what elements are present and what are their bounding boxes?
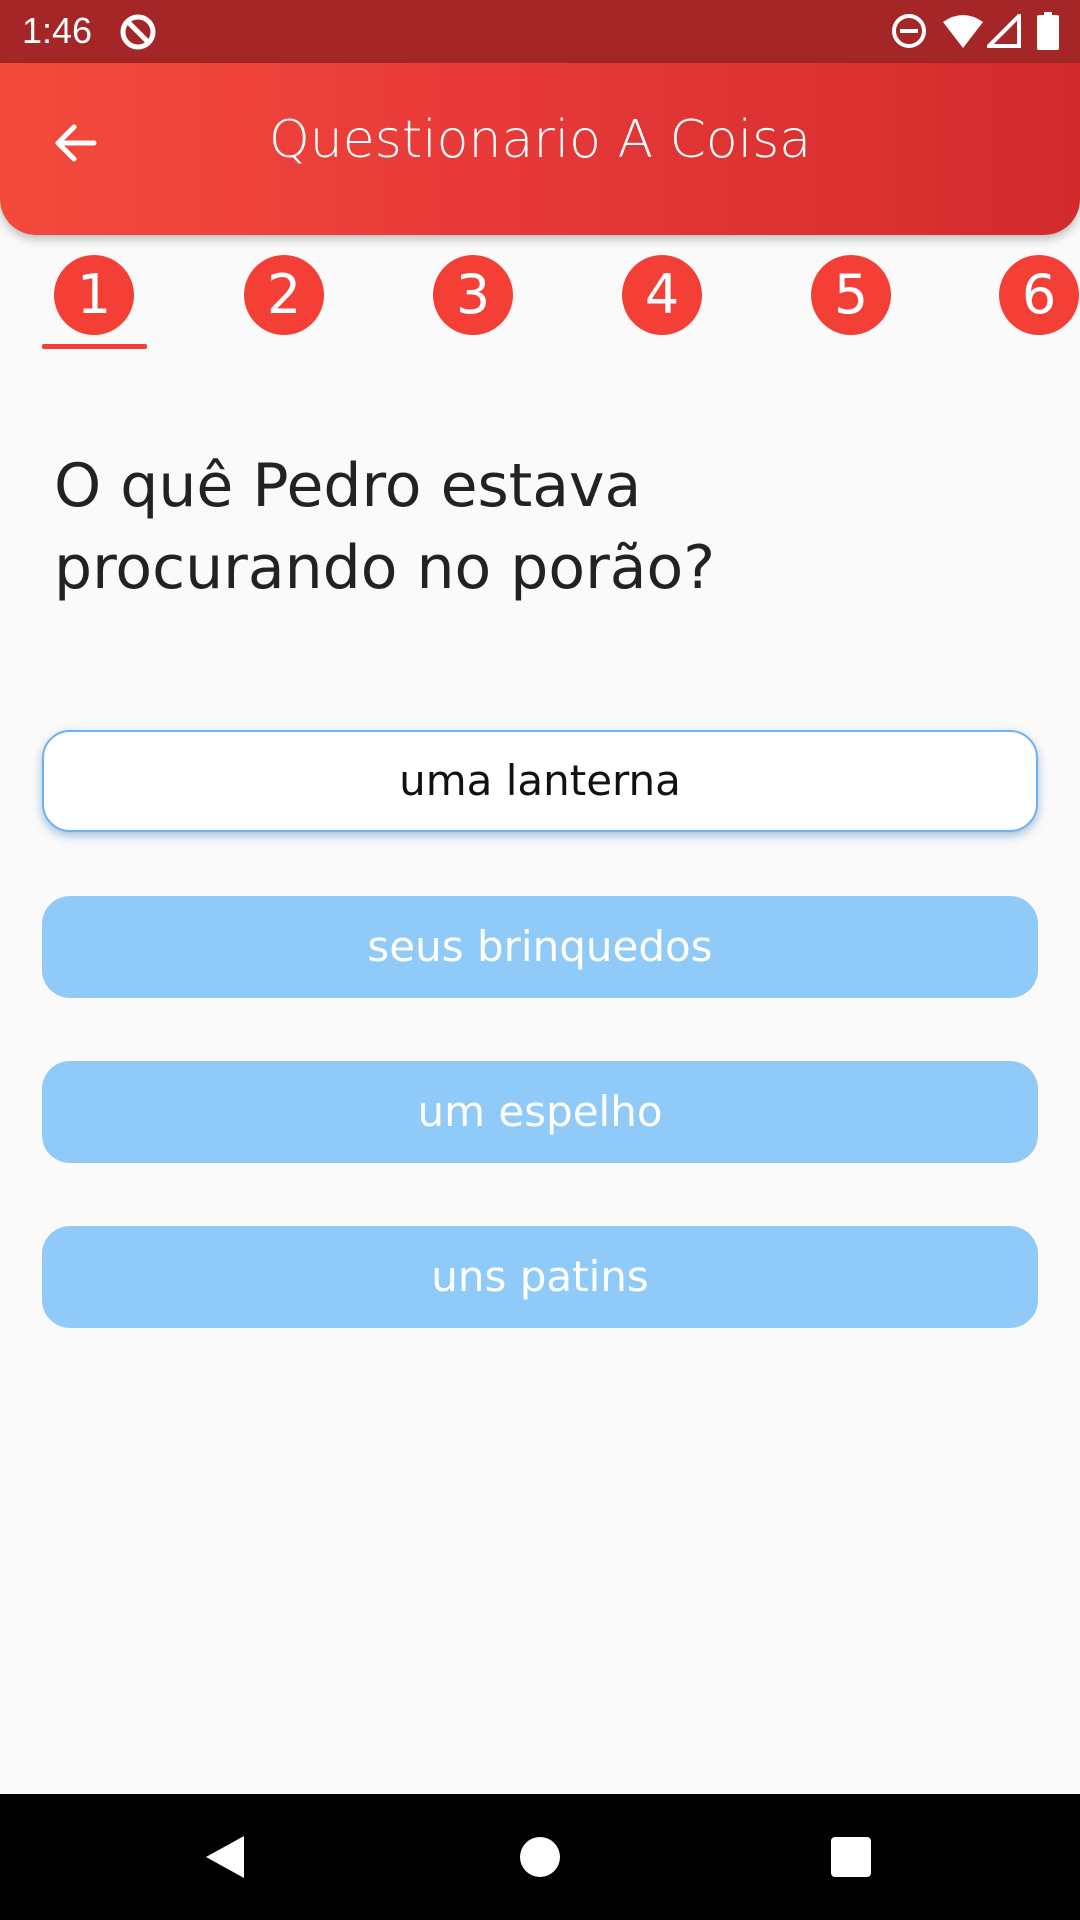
app-bar: Questionario A Coisa — [0, 63, 1080, 235]
answer-option-4[interactable]: uns patins — [42, 1226, 1038, 1328]
page-title: Questionario A Coisa — [268, 110, 812, 170]
answer-option-3[interactable]: um espelho — [42, 1061, 1038, 1163]
tab-4[interactable]: 4 — [622, 255, 702, 335]
nav-back-button[interactable] — [192, 1824, 258, 1890]
navigation-bar — [0, 1794, 1080, 1920]
recents-square-icon — [831, 1837, 871, 1877]
signal-icon — [987, 14, 1021, 48]
tab-2[interactable]: 2 — [244, 255, 324, 335]
answer-option-1[interactable]: uma lanterna — [42, 730, 1038, 832]
tab-6[interactable]: 6 — [999, 255, 1079, 335]
tab-3[interactable]: 3 — [433, 255, 513, 335]
question-text: O quê Pedro estava procurando no porão? — [54, 451, 716, 603]
nav-home-button[interactable] — [507, 1824, 573, 1890]
nav-recents-button[interactable] — [818, 1824, 884, 1890]
tab-1[interactable]: 1 — [54, 255, 134, 335]
answer-option-2[interactable]: seus brinquedos — [42, 896, 1038, 998]
battery-icon — [1037, 12, 1059, 50]
sync-disabled-icon — [120, 14, 156, 50]
status-bar: 1:46 — [0, 0, 1080, 63]
tab-5[interactable]: 5 — [811, 255, 891, 335]
question-tabs: 1 2 3 4 5 6 — [0, 255, 1080, 355]
tab-indicator — [42, 344, 147, 349]
back-triangle-icon — [206, 1836, 244, 1878]
home-circle-icon — [520, 1837, 560, 1877]
do-not-disturb-icon — [892, 14, 926, 48]
status-time: 1:46 — [22, 10, 93, 51]
wifi-icon — [943, 15, 983, 48]
